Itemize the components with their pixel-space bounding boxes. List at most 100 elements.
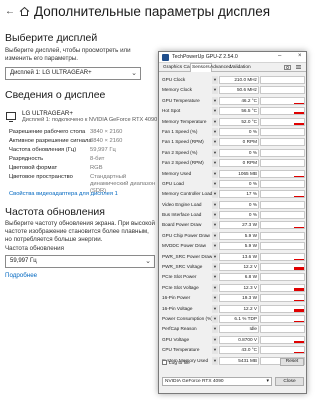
monitor-icon	[6, 112, 16, 122]
sensor-value: 0 %	[219, 211, 259, 220]
checkbox-box[interactable]	[162, 360, 167, 365]
sensor-name: MVDDC Power Draw	[162, 242, 212, 251]
back-arrow-icon[interactable]: ←	[5, 6, 15, 17]
sensor-dropdown-arrow-icon[interactable]: ▼	[212, 294, 218, 303]
sensor-graph-bar	[294, 175, 304, 177]
select-display-heading: Выберите дисплей	[5, 32, 98, 44]
sensor-row: PerfCap Reason ▼ Idle	[161, 324, 305, 335]
close-icon[interactable]: ×	[298, 53, 302, 59]
sensor-dropdown-arrow-icon[interactable]: ▼	[212, 211, 218, 220]
display-select-dropdown[interactable]: Дисплей 1: LG ULTRAGEAR+ ⌄	[5, 67, 141, 80]
info-value: 8-бит	[90, 156, 105, 162]
sensor-dropdown-arrow-icon[interactable]: ▼	[212, 169, 218, 178]
sensor-graph-bar	[294, 320, 304, 322]
refresh-rate-label: Частота обновления	[5, 245, 64, 252]
sensor-row: Fan 2 Speed (RPM) ▼ 0 RPM	[161, 158, 305, 169]
tab-validation[interactable]: Validation	[229, 64, 252, 71]
sensor-dropdown-arrow-icon[interactable]: ▼	[212, 273, 218, 282]
sensor-dropdown-arrow-icon[interactable]: ▼	[212, 86, 218, 95]
sensor-value: 5.9 W	[219, 231, 259, 240]
sensor-value: 1065 MB	[219, 169, 259, 178]
sensor-dropdown-arrow-icon[interactable]: ▼	[212, 314, 218, 323]
minimize-icon[interactable]: –	[278, 53, 281, 59]
sensor-graph	[260, 346, 305, 355]
sensor-graph-bar	[294, 102, 304, 104]
chevron-down-icon: ⌄	[131, 70, 137, 77]
gpu-select-dropdown[interactable]: NVIDIA GeForce RTX 4090 ▾	[162, 377, 272, 386]
sensor-row: PCIe Slot Power ▼ 6.8 W	[161, 272, 305, 283]
sensor-graph-bar	[294, 267, 304, 271]
sensor-dropdown-arrow-icon[interactable]: ▼	[212, 252, 218, 261]
sensor-value: 43.0 °C	[219, 346, 259, 355]
sensor-row: MVDDC Power Draw ▼ 5.9 W	[161, 241, 305, 252]
sensor-dropdown-arrow-icon[interactable]: ▼	[212, 107, 218, 116]
sensor-dropdown-arrow-icon[interactable]: ▼	[212, 190, 218, 199]
sensor-dropdown-arrow-icon[interactable]: ▼	[212, 117, 218, 126]
sensor-value: 46.2 °C	[219, 96, 259, 105]
gpu-select-value: NVIDIA GeForce RTX 4090	[165, 379, 224, 384]
menu-icon[interactable]	[295, 64, 302, 70]
log-to-file-label: Log to file	[169, 360, 190, 366]
sensor-graph	[260, 211, 305, 220]
sensor-dropdown-arrow-icon[interactable]: ▼	[212, 96, 218, 105]
sensor-dropdown-arrow-icon[interactable]: ▼	[212, 200, 218, 209]
display-info-heading: Сведения о дисплее	[5, 89, 106, 101]
sensor-graph	[260, 190, 305, 199]
display-name: LG ULTRAGEAR+	[22, 110, 73, 117]
sensor-value: 52.0 °C	[219, 117, 259, 126]
sensor-graph	[260, 221, 305, 230]
sensor-dropdown-arrow-icon[interactable]: ▼	[212, 346, 218, 355]
adapter-properties-link[interactable]: Свойства видеоадаптера для дисплея 1	[9, 191, 118, 197]
refresh-rate-dropdown[interactable]: 59,997 Гц ⌄	[5, 255, 155, 268]
reset-button[interactable]: Reset	[280, 358, 304, 366]
sensor-row: GPU Load ▼ 0 %	[161, 179, 305, 190]
sensor-name: 16-Pin Power	[162, 294, 212, 303]
sensor-graph-bar	[294, 112, 304, 115]
sensor-dropdown-arrow-icon[interactable]: ▼	[212, 335, 218, 344]
sensor-dropdown-arrow-icon[interactable]: ▼	[212, 356, 218, 365]
sensor-value: 5431 MB	[219, 356, 259, 365]
sensor-name: Fan 2 Speed (RPM)	[162, 159, 212, 168]
sensor-dropdown-arrow-icon[interactable]: ▼	[212, 148, 218, 157]
sensor-graph	[260, 159, 305, 168]
sensor-value: 12.3 V	[219, 283, 259, 292]
sensor-dropdown-arrow-icon[interactable]: ▼	[212, 76, 218, 84]
learn-more-link[interactable]: Подробнее	[5, 272, 37, 280]
sensor-graph	[260, 169, 305, 178]
sensor-row: Bus Interface Load ▼ 0 %	[161, 210, 305, 221]
sensor-name: Power Consumption (%)	[162, 314, 212, 323]
info-value: RGB	[90, 165, 103, 171]
sensor-graph	[260, 294, 305, 303]
sensor-dropdown-arrow-icon[interactable]: ▼	[212, 221, 218, 230]
sensor-name: PCIe Slot Voltage	[162, 283, 212, 292]
sensor-name: GPU Chip Power Draw	[162, 231, 212, 240]
sensor-dropdown-arrow-icon[interactable]: ▼	[212, 159, 218, 168]
sensor-dropdown-arrow-icon[interactable]: ▼	[212, 138, 218, 147]
sensor-row: Video Engine Load ▼ 0 %	[161, 200, 305, 211]
sensor-dropdown-arrow-icon[interactable]: ▼	[212, 127, 218, 136]
sensor-row: Power Consumption (%) ▼ 6.1 % TDP	[161, 314, 305, 325]
sensor-graph	[260, 263, 305, 272]
sensor-dropdown-arrow-icon[interactable]: ▼	[212, 263, 218, 272]
sensor-dropdown-arrow-icon[interactable]: ▼	[212, 283, 218, 292]
sensor-value: 5.9 W	[219, 242, 259, 251]
sensor-dropdown-arrow-icon[interactable]: ▼	[212, 179, 218, 188]
sensor-graph	[260, 86, 305, 95]
sensor-graph-bar	[294, 227, 304, 229]
display-select-value: Дисплей 1: LG ULTRAGEAR+	[10, 70, 92, 76]
sensor-name: GPU Load	[162, 179, 212, 188]
sensor-dropdown-arrow-icon[interactable]: ▼	[212, 231, 218, 240]
sensor-value: 6.1 % TDP	[219, 314, 259, 323]
sensor-dropdown-arrow-icon[interactable]: ▼	[212, 325, 218, 334]
info-label: Разрешение рабочего стола	[9, 129, 86, 135]
chevron-down-icon: ▾	[266, 378, 269, 384]
home-icon[interactable]	[19, 6, 30, 17]
sensor-name: PWR_SRC Voltage	[162, 263, 212, 272]
sensor-graph	[260, 117, 305, 126]
close-button[interactable]: Close	[275, 377, 304, 386]
sensor-name: Fan 1 Speed (RPM)	[162, 138, 212, 147]
log-to-file-checkbox[interactable]: Log to file	[162, 360, 190, 366]
camera-icon[interactable]	[284, 64, 291, 70]
sensor-dropdown-arrow-icon[interactable]: ▼	[212, 304, 218, 313]
sensor-dropdown-arrow-icon[interactable]: ▼	[212, 242, 218, 251]
